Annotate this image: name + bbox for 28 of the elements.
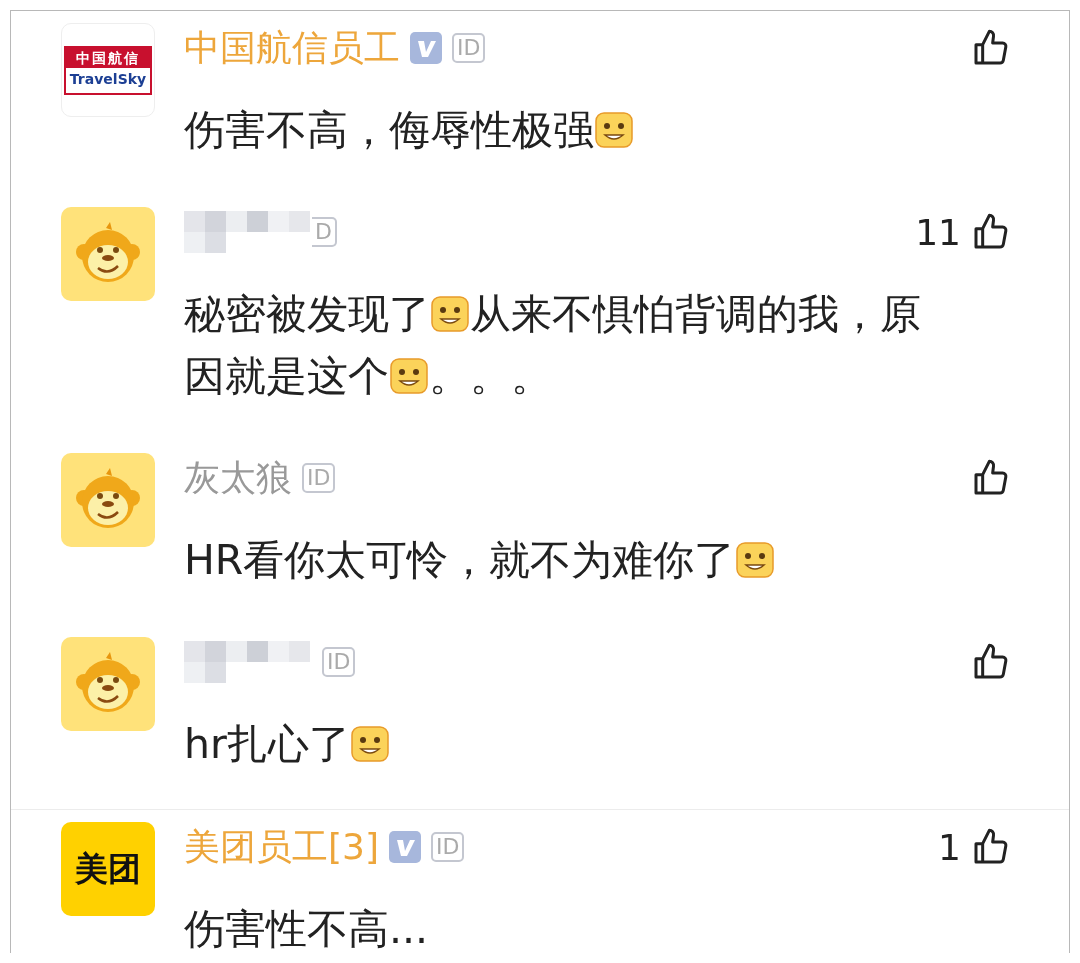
logo-text: TravelSky — [69, 69, 147, 89]
emoji-icon — [389, 356, 429, 396]
emoji-icon — [349, 724, 390, 764]
id-badge: ID — [452, 33, 486, 63]
id-badge: ID — [302, 463, 336, 493]
comment-text: 伤害性不高... — [184, 905, 429, 953]
comment-text: 。。。 — [429, 352, 552, 400]
user-name[interactable]: 灰太狼 — [184, 453, 292, 503]
user-name[interactable]: 中国航信员工 — [184, 23, 400, 73]
emoji-icon — [594, 110, 634, 150]
user-name[interactable]: 美团员工[3] — [184, 822, 379, 872]
like-count: 11 — [915, 211, 961, 253]
comment-text: 秘密被发现了 — [184, 290, 430, 338]
logo-text: 美团 — [75, 847, 141, 890]
verified-icon — [389, 831, 421, 863]
comment-text: 从来不惧怕背调的我，原 — [470, 290, 921, 338]
like-count: 1 — [938, 826, 961, 868]
id-badge: ID — [322, 647, 356, 677]
comment-text: hr扎心了 — [184, 720, 350, 768]
verified-icon — [410, 32, 442, 64]
comment-text: 因就是这个 — [184, 352, 389, 400]
emoji-icon — [735, 540, 776, 580]
comment-text: HR看你太可怜，就不为难你了 — [184, 536, 736, 584]
logo-text: 中国航信 — [66, 47, 150, 68]
id-badge: ID — [431, 832, 465, 862]
comment-text: 伤害不高，侮辱性极强 — [184, 106, 594, 154]
emoji-icon — [430, 294, 470, 334]
id-badge: D — [312, 217, 337, 247]
